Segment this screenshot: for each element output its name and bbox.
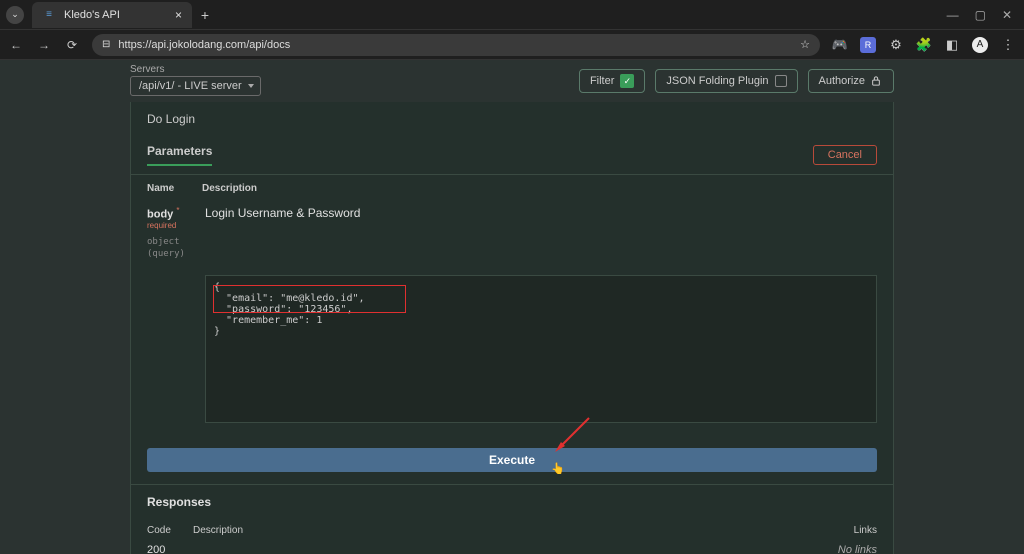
minimize-icon[interactable]: ―: [947, 8, 959, 22]
new-tab-button[interactable]: +: [192, 2, 218, 28]
col-header-name: Name: [147, 183, 202, 194]
param-description: Login Username & Password: [205, 206, 877, 259]
close-window-icon[interactable]: ✕: [1002, 8, 1012, 22]
forward-button[interactable]: →: [36, 37, 52, 53]
authorize-button[interactable]: Authorize: [808, 69, 894, 93]
param-in: (query): [147, 249, 185, 259]
servers-label: Servers: [130, 64, 164, 75]
authorize-label: Authorize: [819, 75, 865, 87]
col-header-description: Description: [202, 183, 257, 194]
responses-heading: Responses: [131, 484, 893, 519]
response-row: 200 successful operation No links: [131, 540, 893, 554]
operation-description: Do Login: [131, 102, 893, 136]
tab-favicon-icon: ≡: [42, 8, 56, 22]
param-type: object: [147, 237, 180, 247]
parameters-tab[interactable]: Parameters: [147, 144, 212, 166]
close-tab-icon[interactable]: ×: [175, 8, 182, 22]
lock-icon: [871, 75, 883, 87]
json-folding-checkbox-icon: [775, 75, 787, 87]
maximize-icon[interactable]: ▢: [975, 8, 986, 22]
response-description: successful operation: [193, 544, 817, 554]
json-folding-button[interactable]: JSON Folding Plugin: [655, 69, 797, 93]
reload-button[interactable]: ⟳: [64, 37, 80, 53]
execute-button[interactable]: Execute: [147, 448, 877, 472]
tab-title: Kledo's API: [64, 9, 120, 21]
resp-col-description: Description: [193, 525, 817, 536]
url-text: https://api.jokolodang.com/api/docs: [118, 39, 290, 51]
browser-tab[interactable]: ≡ Kledo's API ×: [32, 2, 192, 28]
param-name: body: [147, 209, 173, 221]
resp-col-code: Code: [147, 525, 193, 536]
kebab-menu-icon[interactable]: ⋮: [1000, 37, 1016, 53]
extension-r-icon[interactable]: R: [860, 37, 876, 53]
param-name-cell: body * required object (query): [147, 206, 205, 259]
tab-dropdown-icon[interactable]: ⌄: [6, 6, 24, 24]
operation-panel: Do Login Parameters Cancel Name Descript…: [130, 102, 894, 554]
filter-label: Filter: [590, 75, 614, 87]
extensions-puzzle-icon[interactable]: 🧩: [916, 37, 932, 53]
bookmark-star-icon[interactable]: ☆: [800, 38, 810, 51]
response-links: No links: [817, 544, 877, 554]
extension-gear-icon[interactable]: ⚙: [888, 37, 904, 53]
server-select[interactable]: /api/v1/ - LIVE server: [130, 76, 261, 96]
server-select-value: /api/v1/ - LIVE server: [139, 80, 242, 92]
address-bar[interactable]: ⊟ https://api.jokolodang.com/api/docs ☆: [92, 34, 820, 56]
cancel-button[interactable]: Cancel: [813, 145, 877, 165]
profile-avatar-icon[interactable]: A: [972, 37, 988, 53]
sidepanel-icon[interactable]: ◧: [944, 37, 960, 53]
site-info-icon[interactable]: ⊟: [102, 39, 110, 50]
response-code: 200: [147, 544, 193, 554]
gamepad-icon[interactable]: 🎮: [832, 37, 848, 53]
filter-button[interactable]: Filter ✓: [579, 69, 645, 93]
json-folding-label: JSON Folding Plugin: [666, 75, 768, 87]
resp-col-links: Links: [817, 525, 877, 536]
back-button[interactable]: ←: [8, 37, 24, 53]
filter-check-icon: ✓: [620, 74, 634, 88]
request-body-textarea[interactable]: [205, 275, 877, 423]
